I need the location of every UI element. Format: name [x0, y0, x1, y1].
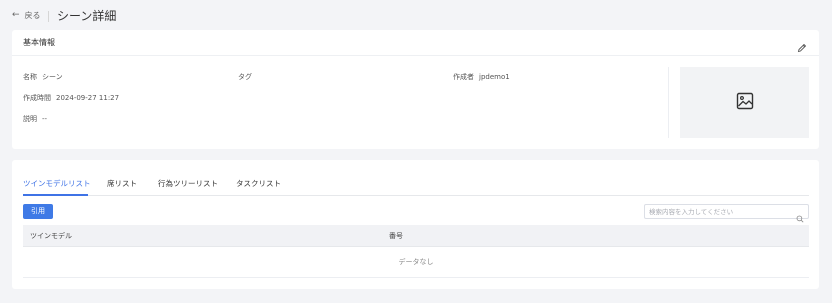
created-value: 2024-09-27 11:27 — [56, 94, 120, 102]
tab-bar: ツインモデルリスト 席リスト 行為ツリーリスト タスクリスト — [23, 160, 809, 196]
field-created-time: 作成時間 2024-09-27 11:27 — [23, 94, 119, 103]
tab-task-list[interactable]: タスクリスト — [236, 179, 281, 189]
tab-twin-model-list[interactable]: ツインモデルリスト — [23, 179, 91, 189]
tag-label: タグ — [238, 73, 252, 81]
scene-image-placeholder — [680, 67, 809, 138]
column-twin-model: ツインモデル — [30, 232, 72, 240]
name-label: 名称 — [23, 73, 37, 81]
image-placeholder-icon — [736, 92, 754, 114]
page-title: シーン詳細 — [57, 9, 117, 23]
header-divider — [48, 11, 49, 22]
desc-label: 説明 — [23, 115, 37, 123]
cite-button[interactable]: 引用 — [23, 204, 53, 219]
desc-value: -- — [42, 115, 48, 123]
search-box — [644, 204, 809, 223]
tab-seat-list[interactable]: 席リスト — [107, 179, 137, 189]
field-description: 説明 -- — [23, 115, 47, 124]
lists-card: ツインモデルリスト 席リスト 行為ツリーリスト タスクリスト 引用 ツインモデル… — [12, 160, 819, 289]
back-arrow-icon: ← — [12, 10, 20, 20]
column-number: 番号 — [389, 232, 403, 240]
table-empty-row: データなし — [23, 247, 809, 278]
created-label: 作成時間 — [23, 94, 51, 102]
name-value: シーン — [42, 73, 63, 81]
search-input[interactable] — [649, 206, 789, 217]
field-name: 名称 シーン — [23, 73, 63, 82]
creator-label: 作成者 — [453, 73, 474, 81]
back-button[interactable]: ← 戻る — [12, 10, 41, 21]
top-bar: ← 戻る シーン詳細 — [0, 0, 832, 34]
info-divider — [668, 67, 669, 138]
back-label: 戻る — [24, 11, 41, 20]
basic-info-card: 基本情報 名称 シーン タグ 作成者 jpdemo1 作成時間 2024-09-27 … — [12, 30, 819, 149]
active-tab-indicator — [23, 194, 88, 196]
table-header: ツインモデル 番号 — [23, 225, 809, 247]
basic-info-title: 基本情報 — [23, 38, 55, 47]
field-tag: タグ — [238, 73, 257, 82]
edit-pencil-icon[interactable] — [797, 38, 807, 53]
basic-info-header: 基本情報 — [12, 30, 819, 56]
field-creator: 作成者 jpdemo1 — [453, 73, 510, 82]
empty-text: データなし — [398, 258, 434, 266]
search-icon[interactable] — [796, 208, 804, 223]
tab-behavior-tree-list[interactable]: 行為ツリーリスト — [158, 179, 218, 189]
creator-value: jpdemo1 — [479, 73, 510, 81]
